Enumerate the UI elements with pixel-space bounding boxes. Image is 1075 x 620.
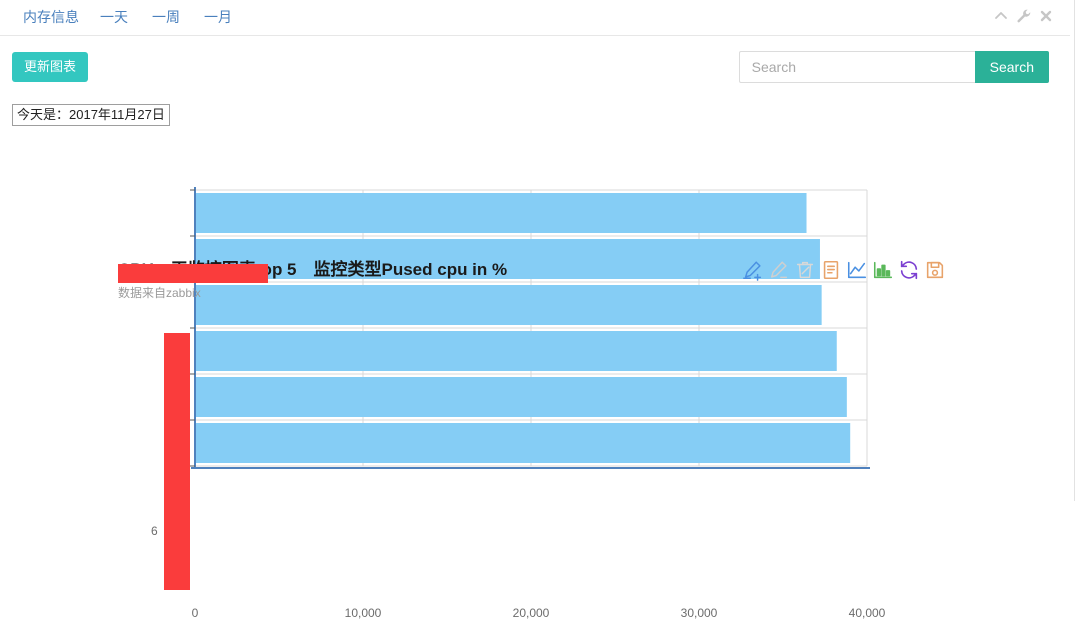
x-axis-tick-label: 30,000 [680,606,718,620]
nav-link-one-month[interactable]: 一月 [204,7,232,27]
close-icon[interactable] [1038,8,1054,24]
wrench-icon[interactable] [1016,8,1032,24]
delete-icon [794,259,816,281]
data-table-icon[interactable] [820,259,842,281]
bar-chart-svg [190,187,870,469]
nav-link-one-day[interactable]: 一天 [100,7,128,27]
x-axis-tick-label: 10,000 [344,606,382,620]
search-button[interactable]: Search [974,51,1049,83]
nav-link-one-week[interactable]: 一周 [152,7,180,27]
chart-card: 6 CPU一天监控图表top 5 监控类型Pused cpu in % 数据来自… [0,128,1070,620]
y-axis-labels-redaction [164,333,190,590]
save-icon[interactable] [924,259,946,281]
app-window: 内存信息 一天 一周 一月 更新图表 Search 今天是：2017年11月27… [0,0,1075,620]
x-axis-tick-label: 40,000 [848,606,886,620]
today-date-badge: 今天是：2017年11月27日 [12,104,170,126]
y-axis-ghost-label: 6 [151,524,158,538]
bar [196,423,851,463]
bar [196,285,822,325]
add-annotation-icon[interactable] [742,259,764,281]
window-title-bar: 内存信息 一天 一周 一月 [0,0,1070,36]
bar [196,377,847,417]
chart-title-redaction [118,264,268,283]
chart-subtitle: 数据来自zabbix [118,286,201,300]
search-group: Search [738,51,1049,83]
chart-action-toolbar [742,259,947,283]
x-axis-tick-label: 20,000 [512,606,550,620]
nav-link-memory-info[interactable]: 内存信息 [23,7,79,27]
bar-chart-icon[interactable] [872,259,894,281]
refresh-icon[interactable] [898,259,920,281]
bar [196,193,807,233]
chart-plot-area [0,128,1070,501]
line-chart-icon[interactable] [846,259,868,281]
x-axis-tick-label: 0 [191,606,199,620]
bar [196,331,837,371]
refresh-chart-button[interactable]: 更新图表 [12,52,89,82]
search-input[interactable] [738,51,975,83]
chevron-up-icon[interactable] [993,8,1009,24]
edit-annotation-icon [768,259,790,281]
